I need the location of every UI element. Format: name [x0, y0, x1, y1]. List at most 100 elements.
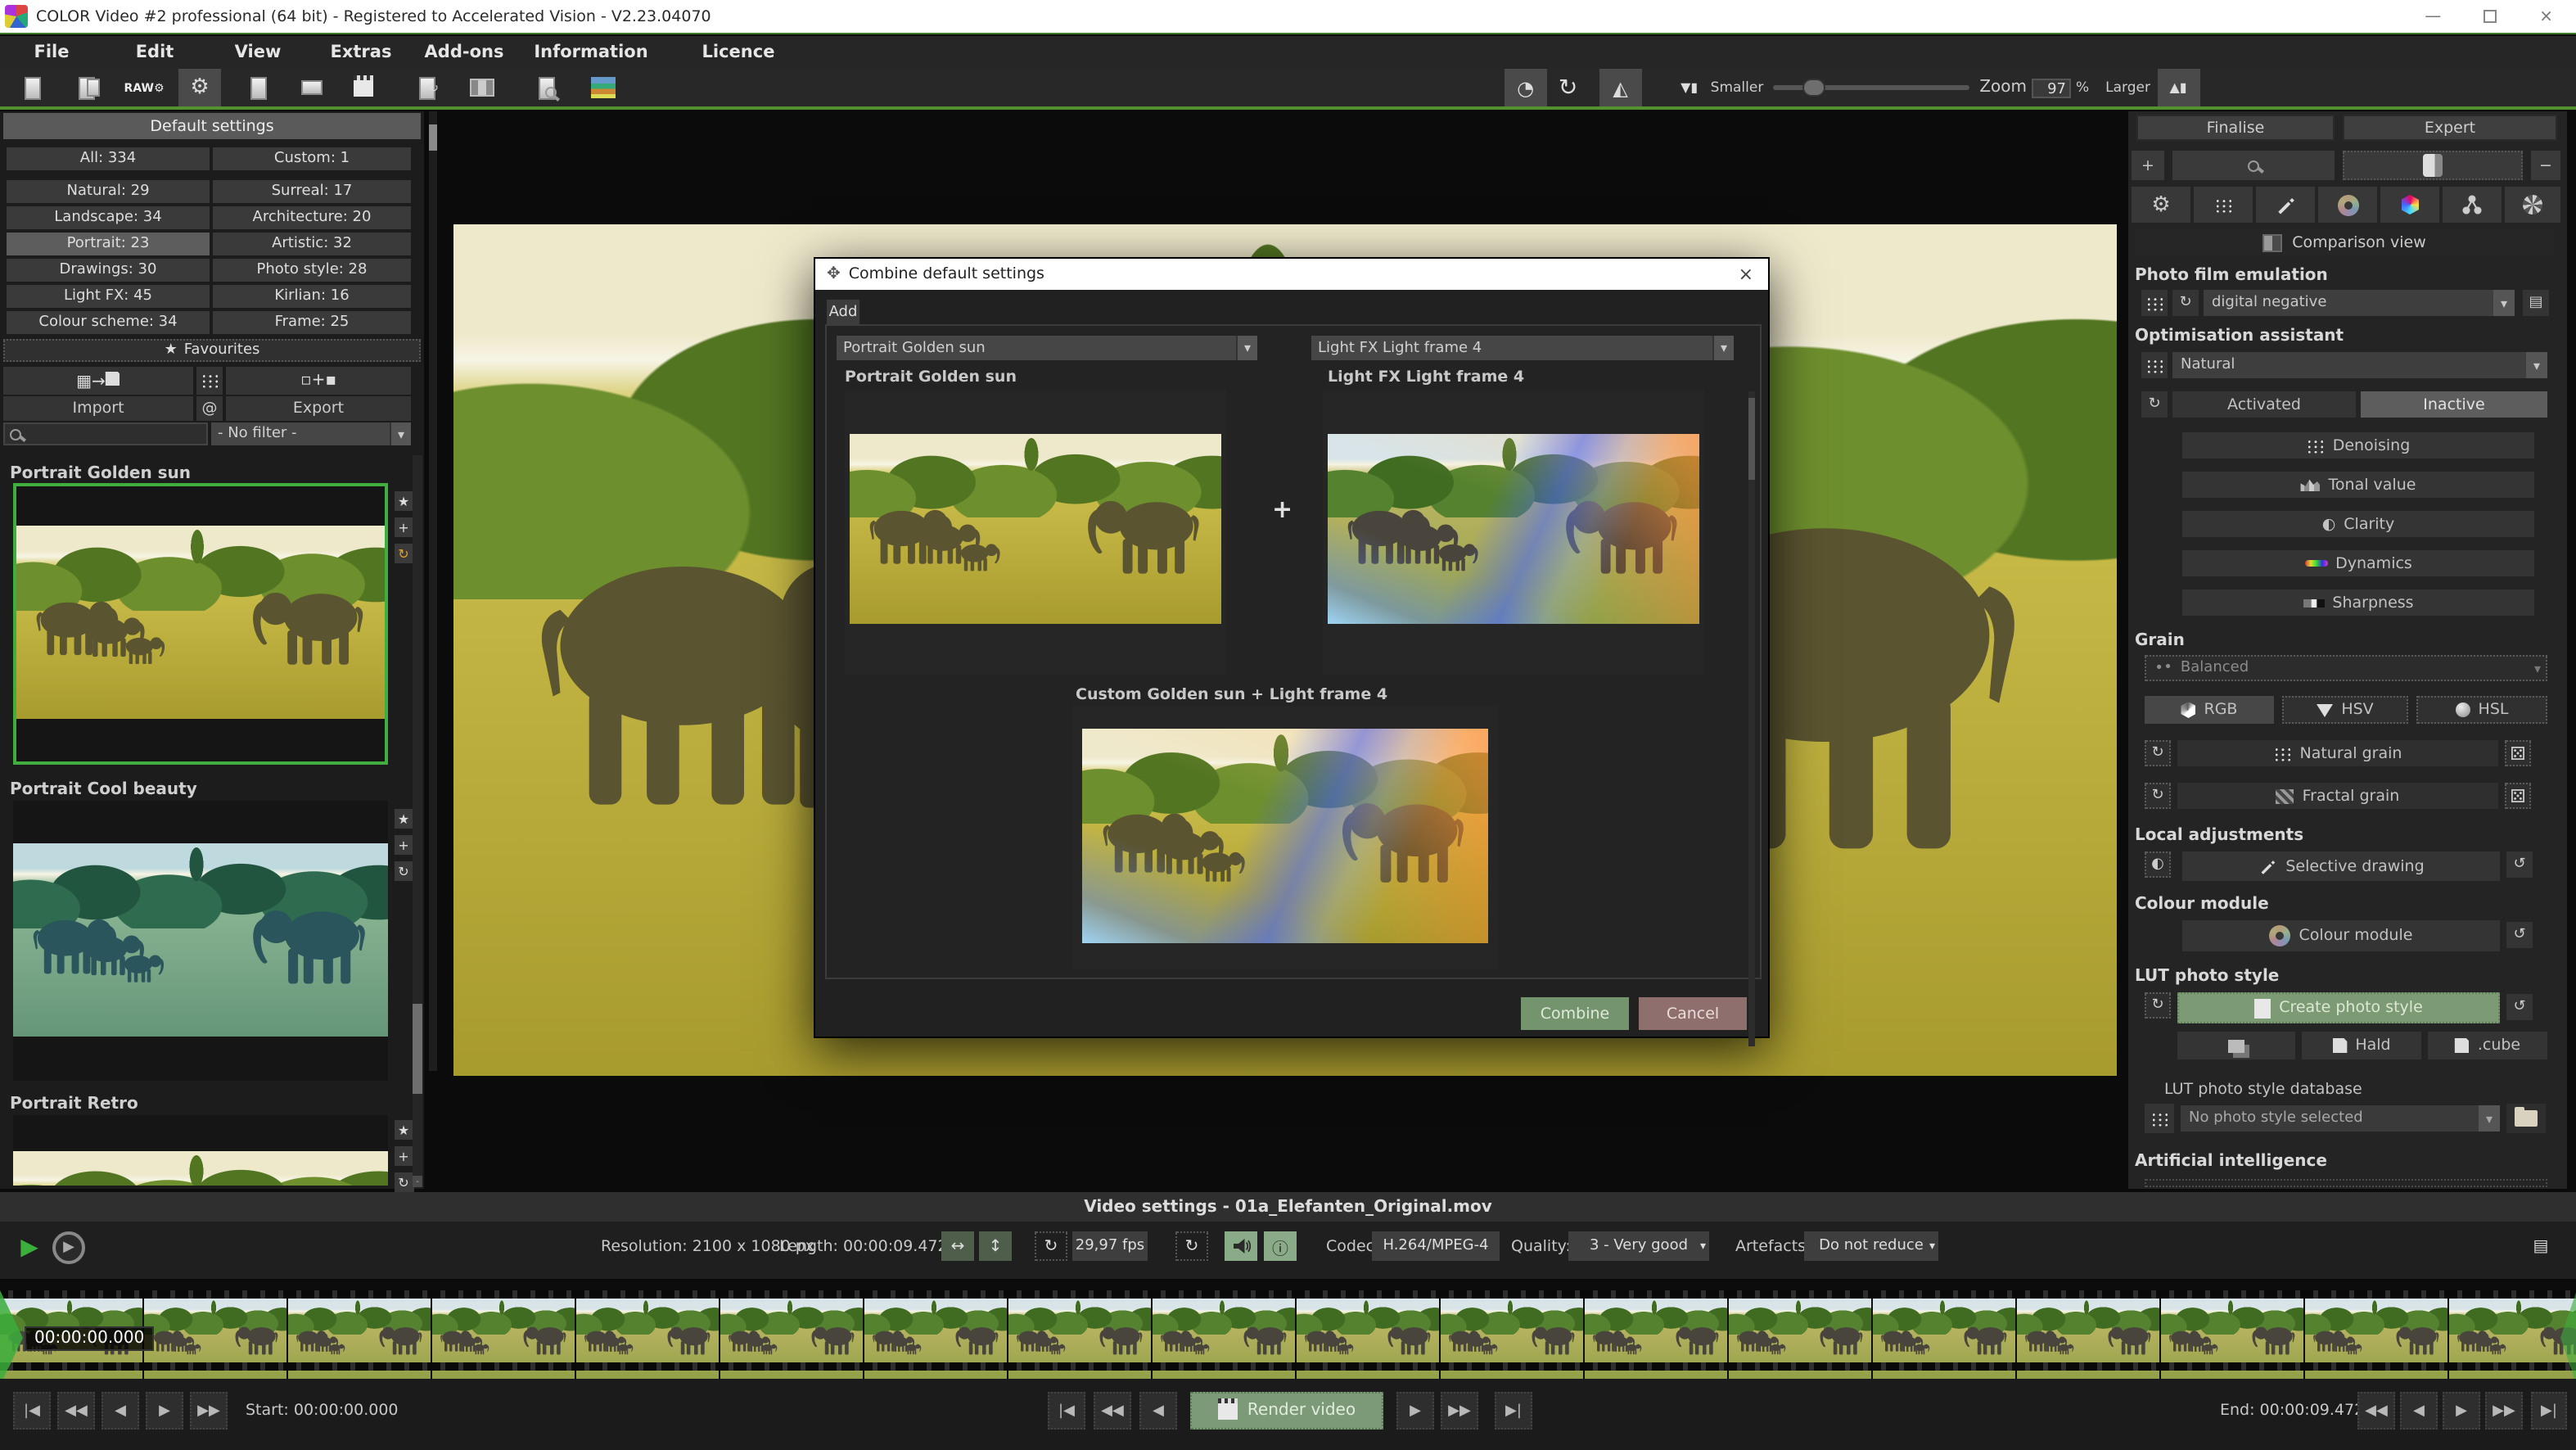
menu-addons[interactable]: Add-ons [413, 38, 516, 67]
scrollbar-thumb[interactable] [413, 1004, 422, 1094]
category-photo-style[interactable]: Photo style: 28 [213, 259, 411, 282]
range-step-back-button[interactable]: ◀ [1139, 1392, 1177, 1430]
category-portrait[interactable]: Portrait: 23 [7, 233, 210, 255]
preset-thumbnail-retro[interactable] [13, 1115, 388, 1186]
lut-db-grid-button[interactable] [2145, 1104, 2174, 1133]
film-frame-button[interactable]: ▤ [2524, 1231, 2557, 1261]
fractal-grain-reset-button[interactable]: ↻ [2145, 783, 2171, 809]
step-forward-button[interactable]: ▶ [146, 1392, 183, 1430]
cancel-button[interactable]: Cancel [1639, 997, 1747, 1030]
pfe-reset-button[interactable]: ↻ [2172, 290, 2199, 316]
category-landscape[interactable]: Landscape: 34 [7, 206, 210, 229]
compare-original-button[interactable]: ◔ [1505, 69, 1547, 106]
fast-forward-button[interactable]: ▶▶ [190, 1392, 228, 1430]
tool-grain-button[interactable] [2194, 187, 2253, 223]
tonal-value-button[interactable]: Tonal value [2182, 472, 2534, 498]
sharpness-button[interactable]: Sharpness [2182, 589, 2534, 616]
menu-file[interactable]: File [0, 38, 103, 67]
end-rewind-button[interactable]: ◀◀ [2357, 1392, 2395, 1430]
zoom-slider[interactable] [1773, 85, 1969, 90]
fractal-grain-dice-button[interactable]: ⚄ [2505, 783, 2531, 809]
video-editor-button[interactable] [342, 69, 385, 106]
maximize-button[interactable] [2484, 10, 2497, 23]
favourites-button[interactable]: ★ Favourites [3, 339, 421, 362]
width-resize-button[interactable]: ↔ [941, 1231, 974, 1261]
tool-shutter-button[interactable] [2505, 187, 2560, 223]
range-step-forward-button[interactable]: ▶ [1396, 1392, 1434, 1430]
comparison-view-toggle[interactable]: Comparison view [2135, 229, 2554, 255]
lut-reset-button[interactable]: ↻ [2145, 992, 2171, 1019]
natural-grain-button[interactable]: Natural grain [2177, 740, 2498, 766]
grid-search-button[interactable] [196, 367, 223, 395]
category-kirlian[interactable]: Kirlian: 16 [213, 285, 411, 308]
zoom-out-film-button[interactable]: ▼▮ [1668, 69, 1711, 106]
menu-licence[interactable]: Licence [666, 38, 810, 67]
range-rewind-button[interactable]: ◀◀ [1094, 1392, 1131, 1430]
add-icon[interactable]: + [394, 517, 413, 537]
dialog-scrollbar[interactable] [1748, 391, 1755, 1046]
play-button[interactable]: ▶ [13, 1231, 46, 1264]
audio-button[interactable] [1225, 1231, 1257, 1261]
left-preset-dropdown[interactable]: Portrait Golden sun ▾ [837, 336, 1257, 360]
tool-colour-wheel-button[interactable] [2318, 187, 2377, 223]
natural-grain-dice-button[interactable]: ⚄ [2505, 740, 2531, 766]
reset-view-button[interactable]: ↻ [1547, 69, 1590, 106]
preset-thumbnail-golden-sun[interactable] [13, 483, 388, 765]
import-button[interactable]: Import [3, 396, 193, 421]
category-colour-scheme[interactable]: Colour scheme: 34 [7, 311, 210, 334]
category-natural[interactable]: Natural: 29 [7, 180, 210, 203]
export-icon-button[interactable]: ▫+▪ [226, 367, 411, 395]
category-surreal[interactable]: Surreal: 17 [213, 180, 411, 203]
histogram-button[interactable] [581, 69, 624, 106]
colour-module-button[interactable]: Colour module [2182, 920, 2500, 951]
variations-icon[interactable]: ↻ [394, 861, 413, 881]
tool-nodes-button[interactable] [2443, 187, 2502, 223]
dynamics-button[interactable]: Dynamics [2182, 550, 2534, 576]
film-roll-button[interactable] [2343, 151, 2523, 180]
pfe-dropdown[interactable]: digital negative ▾ [2204, 290, 2515, 316]
range-goto-start-button[interactable]: |◀ [1048, 1392, 1085, 1430]
category-custom[interactable]: Custom: 1 [213, 147, 411, 170]
filter-dropdown[interactable]: - No filter - ▾ [211, 422, 411, 445]
scroll-down-button[interactable]: - [413, 1176, 422, 1187]
menu-extras[interactable]: Extras [309, 38, 413, 67]
batch-button[interactable]: ↻ [408, 69, 450, 106]
raw-settings-button[interactable]: RAW⚙ [123, 69, 165, 106]
codec-dropdown[interactable]: H.264/MPEG-4 [1372, 1231, 1500, 1261]
menu-information[interactable]: Information [516, 38, 666, 67]
preset-search-input[interactable] [3, 422, 208, 445]
denoising-button[interactable]: Denoising [2182, 432, 2534, 458]
selective-compare-button[interactable]: ↺ [2506, 851, 2533, 878]
favourite-star-icon[interactable]: ★ [394, 809, 413, 829]
oa-dropdown[interactable]: Natural ▾ [2172, 352, 2547, 378]
print-button[interactable] [290, 69, 332, 106]
variations-icon[interactable]: ↻ [394, 544, 413, 563]
grain-dropdown[interactable]: ∙• Balanced ▾ [2145, 655, 2547, 681]
colour-module-compare-button[interactable]: ↺ [2506, 922, 2533, 948]
layout-button[interactable] [460, 69, 503, 106]
fps-reset-button[interactable]: ↻ [1035, 1231, 1067, 1261]
preset-scrollbar[interactable] [413, 455, 422, 1177]
video-info-button[interactable]: ⓘ [1264, 1231, 1297, 1261]
rewind-button[interactable]: ◀◀ [57, 1392, 95, 1430]
tab-expert[interactable]: Expert [2343, 115, 2557, 141]
new-project-button[interactable] [11, 69, 54, 106]
category-all[interactable]: All: 334 [7, 147, 210, 170]
timeline-end-marker[interactable] [2560, 1290, 2576, 1385]
end-goto-end-button[interactable]: ▶| [2531, 1392, 2567, 1430]
fractal-grain-button[interactable]: Fractal grain [2177, 783, 2498, 809]
lut-compare-button[interactable]: ↺ [2506, 994, 2533, 1020]
artefacts-dropdown[interactable]: Do not reduce▾ [1804, 1231, 1938, 1261]
quality-dropdown[interactable]: 3 - Very good▾ [1568, 1231, 1709, 1261]
end-fast-forward-button[interactable]: ▶▶ [2485, 1392, 2523, 1430]
fps-box[interactable]: 29,97 fps [1072, 1231, 1148, 1261]
timeline-start-marker[interactable] [0, 1290, 23, 1385]
range-fast-forward-button[interactable]: ▶▶ [1441, 1392, 1478, 1430]
dialog-title-bar[interactable]: ✥ Combine default settings × [815, 259, 1768, 290]
panel-scrollbar[interactable] [429, 111, 437, 1071]
cube-export-button[interactable]: .cube [2428, 1032, 2547, 1059]
menu-view[interactable]: View [206, 38, 309, 67]
hsl-mode-button[interactable]: HSL [2416, 696, 2547, 724]
save-button[interactable] [237, 69, 280, 106]
lut-db-dropdown[interactable]: No photo style selected ▾ [2181, 1105, 2500, 1132]
